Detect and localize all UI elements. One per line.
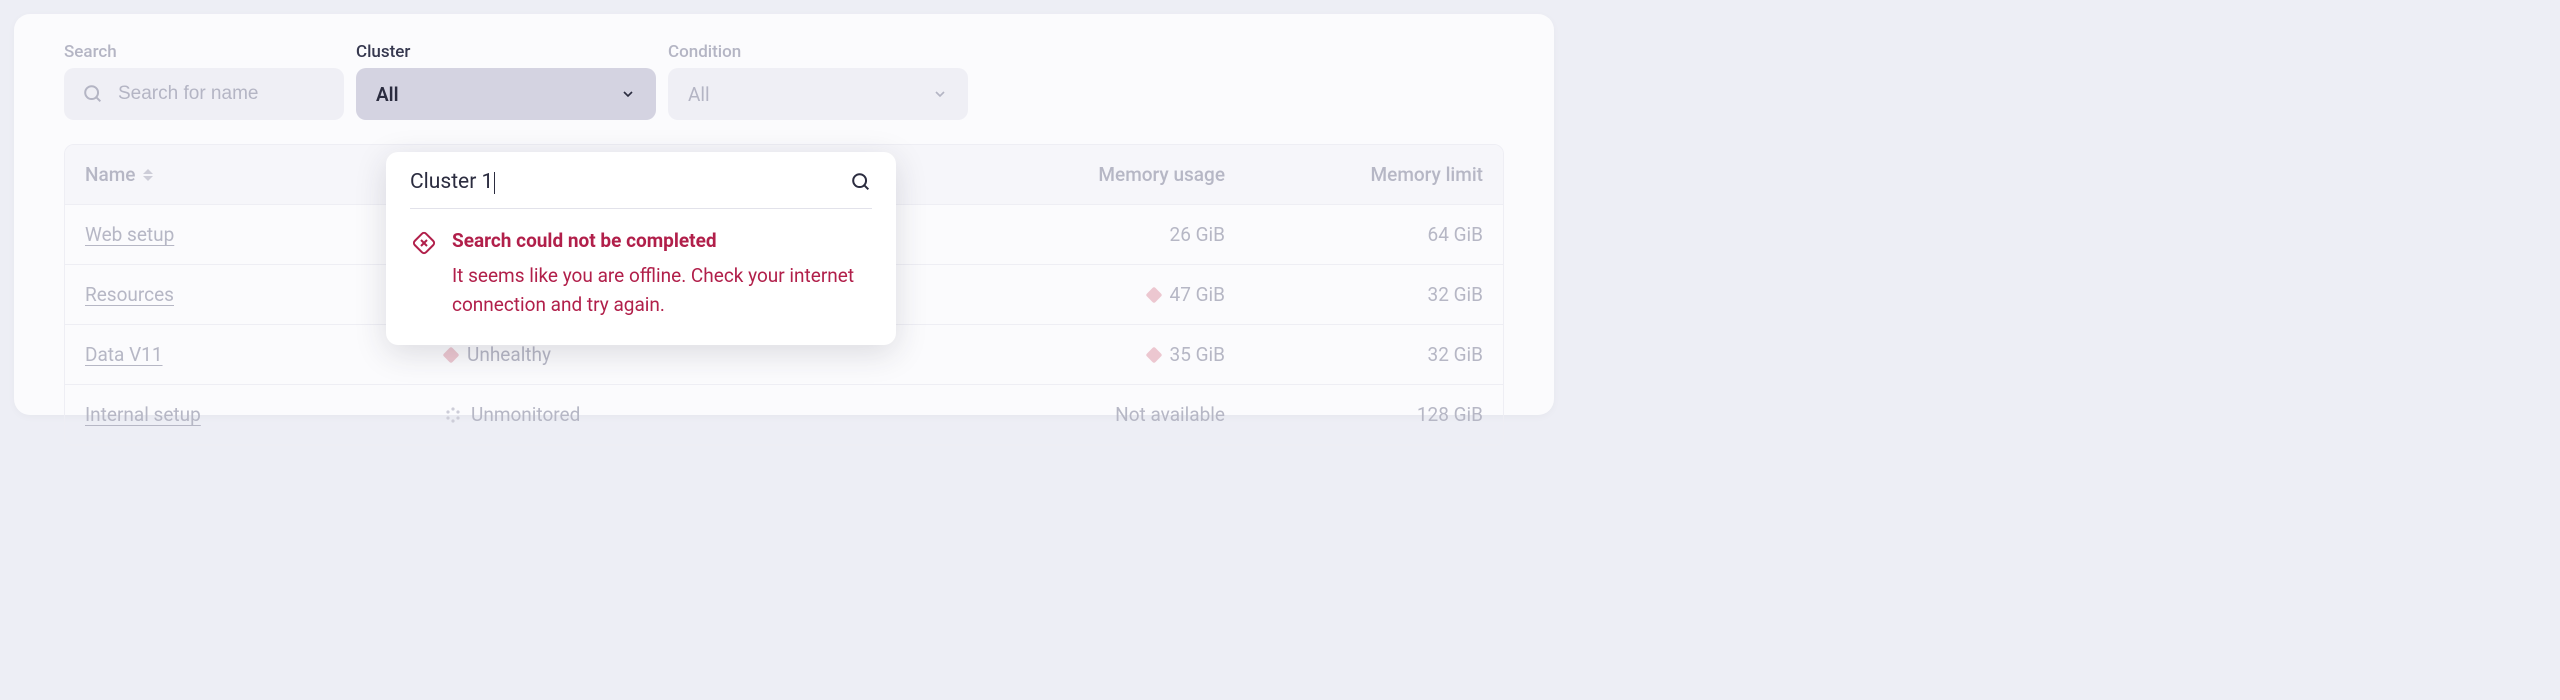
row-link[interactable]: Web setup — [85, 223, 174, 246]
cell-limit: 128 GiB — [1225, 403, 1483, 426]
popover-search-row: Cluster 1 — [410, 170, 872, 209]
cell-name: Internal setup — [85, 403, 445, 426]
cell-usage: Not available — [885, 403, 1225, 426]
search-input[interactable] — [118, 83, 326, 105]
search-filter-group: Search — [64, 42, 344, 120]
row-link[interactable]: Resources — [85, 283, 174, 306]
cluster-select-value: All — [376, 83, 399, 106]
condition-filter-group: Condition All — [668, 42, 968, 120]
column-memory-usage-label: Memory usage — [1098, 163, 1225, 186]
error-text: Search could not be completed It seems l… — [452, 229, 870, 319]
cluster-label: Cluster — [356, 42, 656, 62]
error-icon — [412, 231, 436, 255]
condition-select-value: All — [688, 83, 710, 106]
cell-status: Unhealthy — [445, 343, 885, 366]
condition-label: Condition — [668, 42, 968, 62]
condition-select[interactable]: All — [668, 68, 968, 120]
cell-limit: 64 GiB — [1225, 223, 1483, 246]
column-name-label: Name — [85, 163, 135, 186]
loading-dots-icon — [445, 407, 461, 423]
usage-value: 35 GiB — [1170, 343, 1225, 366]
usage-value: 26 GiB — [1170, 223, 1225, 246]
cell-usage: 47 GiB — [885, 283, 1225, 306]
search-icon[interactable] — [850, 171, 872, 193]
status-text: Unhealthy — [467, 343, 551, 366]
column-memory-limit[interactable]: Memory limit — [1225, 163, 1483, 186]
diamond-icon — [443, 346, 460, 363]
error-title: Search could not be completed — [452, 229, 870, 252]
row-link[interactable]: Data V11 — [85, 343, 163, 366]
usage-value: 47 GiB — [1170, 283, 1225, 306]
diamond-icon — [1145, 286, 1162, 303]
sort-icon — [143, 169, 153, 181]
status-text: Unmonitored — [471, 403, 580, 426]
cell-usage: 35 GiB — [885, 343, 1225, 366]
chevron-down-icon — [932, 86, 948, 102]
search-label: Search — [64, 42, 344, 62]
error-message: Search could not be completed It seems l… — [410, 229, 872, 319]
table-row: Internal setup Unmonitored Not available… — [65, 385, 1503, 445]
popover-search-input[interactable]: Cluster 1 — [410, 170, 493, 194]
column-memory-limit-label: Memory limit — [1371, 163, 1483, 186]
search-icon — [82, 83, 104, 105]
usage-value: Not available — [1115, 403, 1225, 426]
cell-name: Data V11 — [85, 343, 445, 366]
search-input-wrapper[interactable] — [64, 68, 344, 120]
error-body: It seems like you are offline. Check you… — [452, 262, 870, 319]
column-memory-usage[interactable]: Memory usage — [885, 163, 1225, 186]
chevron-down-icon — [620, 86, 636, 102]
cluster-search-popover: Cluster 1 Search could not be completed … — [386, 152, 896, 345]
row-link[interactable]: Internal setup — [85, 403, 201, 426]
cell-limit: 32 GiB — [1225, 343, 1483, 366]
filter-bar: Search Cluster All Condition All — [64, 42, 1504, 120]
main-panel: Search Cluster All Condition All Name — [14, 14, 1554, 415]
cell-limit: 32 GiB — [1225, 283, 1483, 306]
cell-status: Unmonitored — [445, 403, 885, 426]
cell-usage: 26 GiB — [885, 223, 1225, 246]
cluster-select[interactable]: All — [356, 68, 656, 120]
cluster-filter-group: Cluster All — [356, 42, 656, 120]
diamond-icon — [1145, 346, 1162, 363]
